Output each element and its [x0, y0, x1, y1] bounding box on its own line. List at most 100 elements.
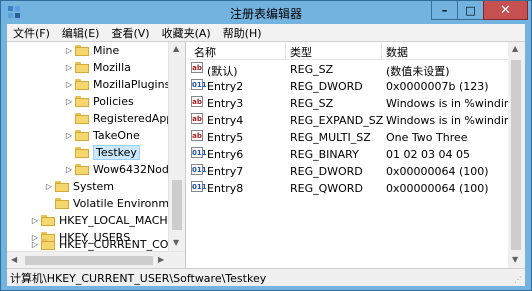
scroll-up-icon[interactable]: ▲	[173, 44, 179, 53]
tree-node-takeone[interactable]: ▷ TakeOne	[65, 127, 140, 144]
tree-node-label: HKEY_LOCAL_MACHINE	[59, 214, 186, 227]
binary-value-icon: 011	[191, 79, 207, 90]
folder-icon	[75, 62, 89, 73]
value-data: 0x00000064 (100)	[386, 182, 489, 195]
menu-edit[interactable]: 编辑(E)	[56, 25, 106, 41]
value-type: REG_SZ	[290, 63, 334, 76]
tree-node-label: HKEY_CURRENT_CONF	[59, 238, 183, 251]
tree-node-hkey-local-machine[interactable]: ▷ HKEY_LOCAL_MACHINE	[31, 212, 186, 229]
tree-node-mozilla[interactable]: ▷ Mozilla	[65, 59, 131, 76]
value-data: One Two Three	[386, 131, 468, 144]
value-row[interactable]: ab Entry4 REG_EXPAND_SZ Windows is in %w…	[188, 111, 525, 128]
tree-node-volatile-environment[interactable]: Volatile Environmen	[45, 195, 183, 212]
value-name: Entry3	[207, 97, 244, 110]
maximize-button[interactable]: □	[457, 1, 484, 20]
list-vertical-thumb[interactable]	[511, 60, 521, 250]
tree-node-wow6432node[interactable]: ▷ Wow6432Node	[65, 161, 176, 178]
expand-arrow-icon[interactable]: ▷	[65, 63, 73, 72]
tree-node-testkey[interactable]: Testkey	[65, 144, 140, 161]
list-vertical-scrollbar[interactable]: ▲ ▼	[508, 42, 525, 268]
column-divider[interactable]	[381, 42, 382, 59]
tree-vertical-thumb[interactable]	[172, 180, 182, 230]
resize-grip-icon[interactable]: ⋰	[514, 275, 524, 285]
tree-node-system[interactable]: ▷ System	[45, 178, 114, 195]
value-data: 0x00000064 (100)	[386, 165, 489, 178]
scroll-right-icon[interactable]: ▶	[158, 255, 164, 264]
value-row[interactable]: 011 Entry7 REG_DWORD 0x00000064 (100)	[188, 162, 525, 179]
tree-node-policies[interactable]: ▷ Policies	[65, 93, 134, 110]
value-type: REG_BINARY	[290, 148, 359, 161]
tree-horizontal-thumb[interactable]	[25, 256, 153, 265]
value-name: Entry6	[207, 148, 244, 161]
close-button[interactable]: ✕	[483, 1, 528, 20]
value-name: Entry5	[207, 131, 244, 144]
value-type: REG_SZ	[290, 97, 334, 110]
menu-bar: 文件(F) 编辑(E) 查看(V) 收藏夹(A) 帮助(H)	[7, 24, 525, 41]
expand-arrow-icon[interactable]: ▷	[31, 216, 39, 225]
menu-view[interactable]: 查看(V)	[105, 25, 155, 41]
tree-horizontal-scrollbar[interactable]: ◀ ▶	[7, 251, 185, 268]
value-name: Entry7	[207, 165, 244, 178]
value-data: Windows is in %windir%	[386, 114, 519, 127]
tree-node-label: Volatile Environmen	[73, 197, 183, 210]
tree-node-mine[interactable]: ▷ Mine	[65, 42, 119, 59]
tree-vertical-scrollbar[interactable]: ▲ ▼	[168, 42, 185, 251]
value-row[interactable]: 011 Entry6 REG_BINARY 01 02 03 04 05	[188, 145, 525, 162]
value-row[interactable]: ab (默认) REG_SZ (数值未设置)	[188, 60, 525, 78]
expand-arrow-icon[interactable]: ▷	[45, 182, 53, 191]
expand-arrow-icon[interactable]: ▷	[31, 240, 39, 249]
tree-node-label: System	[73, 180, 115, 193]
tree-node-hkey-current-config[interactable]: ▷ HKEY_CURRENT_CONF	[31, 238, 183, 251]
value-type: REG_DWORD	[290, 165, 363, 178]
registry-editor-window: 注册表编辑器 – □ ✕ 文件(F) 编辑(E) 查看(V) 收藏夹(A) 帮助…	[0, 0, 532, 291]
value-type: REG_DWORD	[290, 80, 363, 93]
folder-icon	[75, 164, 89, 175]
column-header-name[interactable]: 名称	[194, 44, 216, 60]
minimize-button[interactable]: –	[431, 1, 458, 20]
folder-icon	[75, 45, 89, 56]
client-area: ▷ Mine ▷ Mozilla ▷ MozillaPlugins ▷ Poli…	[7, 41, 525, 268]
expand-arrow-icon[interactable]: ▷	[65, 46, 73, 55]
value-row[interactable]: 011 Entry8 REG_QWORD 0x00000064 (100)	[188, 179, 525, 196]
tree-node-label: Policies	[93, 95, 134, 108]
folder-icon	[55, 181, 69, 192]
tree-node-label: MozillaPlugins	[93, 78, 171, 91]
scroll-down-icon[interactable]: ▼	[512, 255, 518, 264]
value-row[interactable]: 011 Entry2 REG_DWORD 0x0000007b (123)	[188, 77, 525, 94]
title-bar[interactable]: 注册表编辑器 – □ ✕	[1, 1, 531, 24]
folder-icon	[75, 96, 89, 107]
expand-arrow-icon[interactable]: ▷	[65, 80, 73, 89]
value-type: REG_MULTI_SZ	[290, 131, 371, 144]
value-row[interactable]: ab Entry3 REG_SZ Windows is in %windir%	[188, 94, 525, 111]
menu-favorites[interactable]: 收藏夹(A)	[156, 25, 217, 41]
tree-node-label: Testkey	[93, 145, 140, 160]
values-list-pane[interactable]: 名称 类型 数据 ab (默认) REG_SZ (数值未设置) 011 Entr…	[188, 42, 525, 268]
value-data: 01 02 03 04 05	[386, 148, 470, 161]
tree-node-mozillaplugins[interactable]: ▷ MozillaPlugins	[65, 76, 170, 93]
value-name: Entry8	[207, 182, 244, 195]
folder-icon	[75, 113, 89, 124]
folder-icon	[41, 215, 55, 226]
scroll-up-icon[interactable]: ▲	[512, 44, 518, 53]
menu-file[interactable]: 文件(F)	[7, 25, 56, 41]
string-value-icon: ab	[191, 113, 203, 124]
folder-icon	[75, 147, 89, 158]
scroll-left-icon[interactable]: ◀	[11, 255, 17, 264]
tree-node-label: Mozilla	[93, 61, 131, 74]
string-value-icon: ab	[191, 62, 203, 73]
expand-arrow-icon[interactable]: ▷	[65, 131, 73, 140]
column-header-type[interactable]: 类型	[290, 44, 312, 60]
status-path: 计算机\HKEY_CURRENT_USER\Software\Testkey	[10, 271, 267, 285]
column-header-data[interactable]: 数据	[386, 44, 408, 60]
expand-arrow-icon[interactable]: ▷	[65, 165, 73, 174]
menu-help[interactable]: 帮助(H)	[217, 25, 268, 41]
value-type: REG_EXPAND_SZ	[290, 114, 384, 127]
key-tree-pane[interactable]: ▷ Mine ▷ Mozilla ▷ MozillaPlugins ▷ Poli…	[7, 42, 186, 268]
expand-arrow-icon[interactable]: ▷	[65, 97, 73, 106]
column-divider[interactable]	[285, 42, 286, 59]
tree-node-label: Wow6432Node	[93, 163, 176, 176]
value-row[interactable]: ab Entry5 REG_MULTI_SZ One Two Three	[188, 128, 525, 145]
scroll-down-icon[interactable]: ▼	[173, 238, 179, 247]
folder-icon	[55, 198, 69, 209]
value-type: REG_QWORD	[290, 182, 363, 195]
